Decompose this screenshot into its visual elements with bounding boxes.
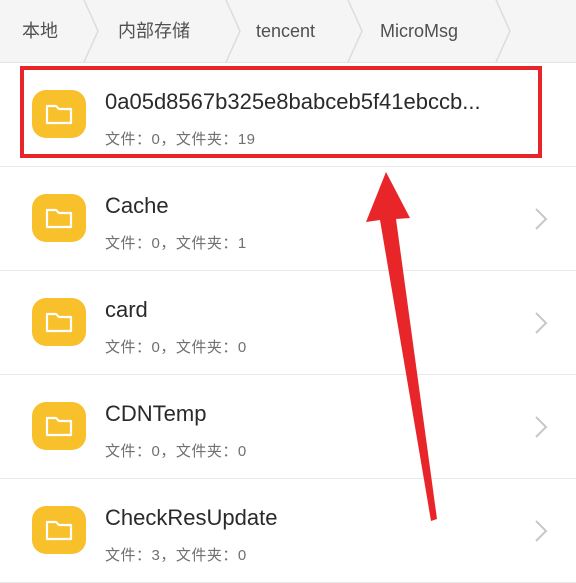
chevron-right-icon: [535, 520, 548, 542]
breadcrumb-separator-icon: [495, 0, 511, 62]
file-name: CheckResUpdate: [105, 505, 278, 530]
file-meta: 文件：0，文件夹：1: [105, 235, 247, 252]
breadcrumb-separator-icon: [83, 0, 99, 62]
file-row[interactable]: card 文件：0，文件夹：0: [0, 271, 576, 375]
chevron-right-icon: [535, 312, 548, 334]
breadcrumb-item-tencent[interactable]: tencent: [256, 0, 315, 62]
file-meta: 文件：0，文件夹：0: [105, 339, 247, 356]
chevron-right-icon: [535, 416, 548, 438]
breadcrumb-item-local[interactable]: 本地: [22, 0, 58, 62]
breadcrumb-separator-icon: [347, 0, 363, 62]
file-meta: 文件：3，文件夹：0: [105, 547, 247, 564]
chevron-right-icon: [535, 208, 548, 230]
file-name: CDNTemp: [105, 401, 207, 426]
file-row[interactable]: CDNTemp 文件：0，文件夹：0: [0, 375, 576, 479]
file-name: Cache: [105, 193, 169, 218]
folder-icon: [32, 194, 86, 242]
file-meta: 文件：0，文件夹：0: [105, 443, 247, 460]
folder-icon: [32, 402, 86, 450]
file-row[interactable]: Cache 文件：0，文件夹：1: [0, 167, 576, 271]
folder-icon: [32, 298, 86, 346]
breadcrumb: 本地 内部存储 tencent MicroMsg: [0, 0, 576, 63]
breadcrumb-separator-icon: [225, 0, 241, 62]
breadcrumb-item-micromsg[interactable]: MicroMsg: [380, 0, 458, 62]
file-row[interactable]: CheckResUpdate 文件：3，文件夹：0: [0, 479, 576, 583]
folder-icon: [32, 506, 86, 554]
highlight-box: [20, 66, 542, 158]
breadcrumb-item-internal-storage[interactable]: 内部存储: [118, 0, 190, 62]
file-name: card: [105, 297, 148, 322]
